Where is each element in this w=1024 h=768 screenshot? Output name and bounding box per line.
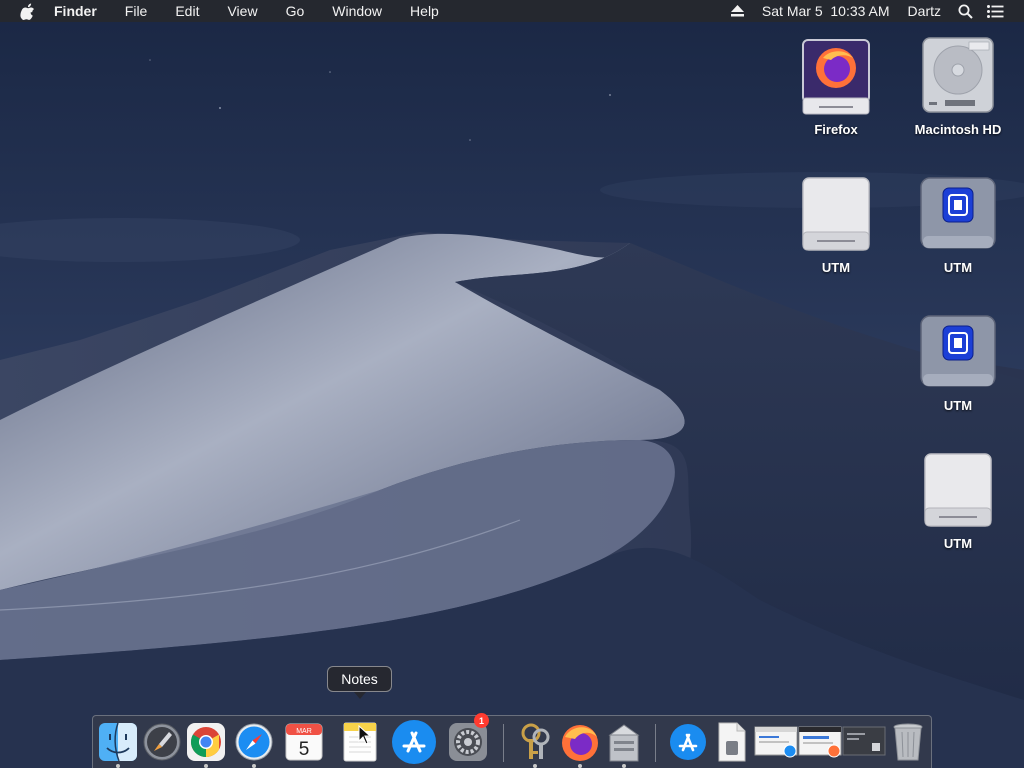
menu-view[interactable]: View <box>213 0 271 22</box>
desktop-icon-utm-3[interactable]: UTM <box>903 308 1013 413</box>
calendar-icon: MAR 5 <box>285 723 323 761</box>
svg-text:5: 5 <box>299 739 310 760</box>
menu-edit[interactable]: Edit <box>161 0 213 22</box>
dock-separator <box>655 724 656 762</box>
dock-item-system-preferences[interactable]: 1 <box>445 713 491 766</box>
dock-separator <box>503 724 504 762</box>
utm-disk-image-icon <box>918 308 998 392</box>
dock-item-trash[interactable] <box>885 718 931 766</box>
running-indicator <box>204 764 208 768</box>
dock-item-window-2[interactable] <box>797 718 843 766</box>
desktop-icon-label: UTM <box>943 536 973 551</box>
dock-item-chrome[interactable] <box>183 718 229 768</box>
dock-item-window-3[interactable] <box>841 718 887 766</box>
menu-bar: Finder File Edit View Go Window Help Sat… <box>0 0 1024 22</box>
mouse-cursor-icon <box>358 725 372 745</box>
minimized-window-icon <box>798 726 842 758</box>
minimized-window-icon <box>842 726 886 756</box>
external-drive-icon <box>918 446 998 530</box>
dock-item-app-store[interactable] <box>391 718 437 766</box>
running-indicator <box>622 764 626 768</box>
app-store-icon <box>392 720 436 764</box>
clock[interactable]: Sat Mar 5 10:33 AM <box>753 0 899 22</box>
desktop-icon-label: UTM <box>943 260 973 275</box>
external-drive-icon <box>796 170 876 254</box>
trash-icon <box>893 723 923 761</box>
desktop-icon-firefox[interactable]: Firefox <box>781 32 891 137</box>
desktop-icon-label: Firefox <box>814 122 858 137</box>
desktop-icon-macintosh-hd[interactable]: Macintosh HD <box>903 32 1013 137</box>
menu-file[interactable]: File <box>111 0 162 22</box>
menu-go[interactable]: Go <box>272 0 319 22</box>
running-indicator <box>578 764 582 768</box>
safari-icon <box>235 723 273 761</box>
eject-icon[interactable] <box>729 2 747 20</box>
finder-icon <box>99 722 137 762</box>
dock-item-applications[interactable] <box>665 718 711 766</box>
spotlight-icon[interactable] <box>956 2 974 20</box>
desktop-icon-label: UTM <box>943 398 973 413</box>
desktop-icon-utm-4[interactable]: UTM <box>903 446 1013 551</box>
running-indicator <box>116 764 120 768</box>
utm-disk-image-icon <box>918 170 998 254</box>
applications-folder-icon <box>670 724 706 760</box>
svg-text:MAR: MAR <box>296 728 312 735</box>
desktop-icon-label: Macintosh HD <box>914 122 1002 137</box>
dock-item-window-1[interactable] <box>753 718 799 766</box>
launchpad-icon <box>143 723 181 761</box>
minimized-window-icon <box>754 726 798 758</box>
dock-item-document[interactable] <box>709 718 755 766</box>
dock-item-safari[interactable] <box>231 718 277 768</box>
chrome-icon <box>187 723 225 761</box>
running-indicator <box>252 764 256 768</box>
dock-item-finder[interactable] <box>95 718 141 768</box>
dock-item-installer[interactable] <box>601 718 647 768</box>
desktop-icon-utm-2[interactable]: UTM <box>903 170 1013 275</box>
running-indicator <box>533 764 537 768</box>
notification-badge: 1 <box>474 713 489 728</box>
desktop-icon-utm-1[interactable]: UTM <box>781 170 891 275</box>
menu-app-name[interactable]: Finder <box>54 0 111 22</box>
dock: MAR 5 1 <box>92 713 932 768</box>
document-icon <box>718 722 746 762</box>
dock-item-launchpad[interactable] <box>139 718 185 766</box>
dock-item-calendar[interactable]: MAR 5 <box>281 718 327 766</box>
dock-tooltip: Notes <box>327 666 392 699</box>
menu-help[interactable]: Help <box>396 0 453 22</box>
installer-icon <box>608 724 640 762</box>
firefox-disk-image-icon <box>796 32 876 116</box>
user-name[interactable]: Dartz <box>899 0 950 22</box>
notification-center-icon[interactable] <box>986 2 1004 20</box>
firefox-icon <box>562 725 598 761</box>
dock-item-firefox[interactable] <box>557 718 603 768</box>
keychain-icon <box>521 723 550 759</box>
apple-menu-icon[interactable] <box>20 2 36 20</box>
hard-drive-icon <box>918 32 998 116</box>
desktop-icon-label: UTM <box>821 260 851 275</box>
dock-item-keychain-access[interactable] <box>512 718 558 768</box>
menu-window[interactable]: Window <box>318 0 396 22</box>
